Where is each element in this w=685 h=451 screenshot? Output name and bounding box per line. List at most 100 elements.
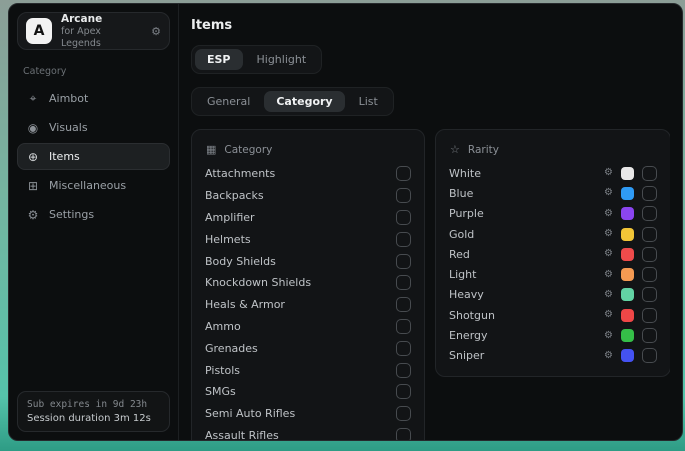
- rarity-settings-gear-icon[interactable]: ⚙: [604, 351, 613, 361]
- rarity-checkbox[interactable]: [642, 186, 657, 201]
- category-checkbox[interactable]: [396, 428, 411, 440]
- visuals-eye-icon: ◉: [26, 121, 40, 135]
- rarity-row: Red ⚙: [449, 244, 657, 264]
- rarity-color-swatch[interactable]: [621, 349, 634, 362]
- rarity-settings-gear-icon[interactable]: ⚙: [604, 249, 613, 259]
- rarity-checkbox[interactable]: [642, 247, 657, 262]
- category-row: Grenades: [205, 337, 411, 359]
- brand-logo: A: [26, 18, 52, 44]
- category-checkbox[interactable]: [396, 254, 411, 269]
- page-title: Items: [191, 18, 670, 33]
- rarity-color-swatch[interactable]: [621, 329, 634, 342]
- category-checkbox[interactable]: [396, 232, 411, 247]
- category-checkbox[interactable]: [396, 297, 411, 312]
- sidebar-nav: ⌖ Aimbot ◉ Visuals ⊕ Items ⊞ Miscellaneo…: [17, 85, 170, 228]
- rarity-list: White ⚙ Blue ⚙: [449, 163, 657, 366]
- brand-gear-icon[interactable]: ⚙: [151, 25, 161, 38]
- sidebar-item[interactable]: ◉ Visuals: [17, 114, 170, 141]
- category-checkbox[interactable]: [396, 363, 411, 378]
- rarity-settings-gear-icon[interactable]: ⚙: [604, 310, 613, 320]
- rarity-checkbox[interactable]: [642, 348, 657, 363]
- rarity-settings-gear-icon[interactable]: ⚙: [604, 168, 613, 178]
- category-panel: ▦ Category Attachments Backpacks: [191, 129, 425, 440]
- sidebar-item-label: Aimbot: [49, 92, 88, 105]
- rarity-checkbox[interactable]: [642, 308, 657, 323]
- category-label: Amplifier: [205, 211, 255, 224]
- sidebar-item-label: Items: [49, 150, 80, 163]
- category-checkbox[interactable]: [396, 319, 411, 334]
- sidebar-item-label: Visuals: [49, 121, 88, 134]
- category-row: Amplifier: [205, 207, 411, 229]
- sidebar: A Arcane for Apex Legends ⚙ Category ⌖ A…: [9, 4, 178, 440]
- rarity-checkbox[interactable]: [642, 227, 657, 242]
- view-tab-label: List: [359, 95, 378, 108]
- rarity-settings-gear-icon[interactable]: ⚙: [604, 229, 613, 239]
- sidebar-item-label: Settings: [49, 208, 94, 221]
- main-content: Items ESP Highlight General Category: [178, 4, 682, 440]
- mode-tab[interactable]: ESP: [195, 49, 243, 70]
- rarity-checkbox[interactable]: [642, 267, 657, 282]
- rarity-panel: ☆ Rarity White ⚙: [435, 129, 670, 377]
- rarity-checkbox[interactable]: [642, 287, 657, 302]
- rarity-label: Blue: [449, 187, 473, 200]
- rarity-settings-gear-icon[interactable]: ⚙: [604, 209, 613, 219]
- miscellaneous-grid-icon: ⊞: [26, 179, 40, 193]
- view-tab[interactable]: Category: [264, 91, 344, 112]
- rarity-checkbox[interactable]: [642, 166, 657, 181]
- rarity-label: Red: [449, 248, 470, 261]
- category-label: Heals & Armor: [205, 298, 285, 311]
- subscription-card: Sub expires in 9d 23h Session duration 3…: [17, 391, 170, 432]
- sidebar-item[interactable]: ⊞ Miscellaneous: [17, 172, 170, 199]
- rarity-row: Light ⚙: [449, 264, 657, 284]
- rarity-label: Heavy: [449, 288, 484, 301]
- mode-tab-label: Highlight: [257, 53, 307, 66]
- rarity-checkbox[interactable]: [642, 328, 657, 343]
- mode-tab[interactable]: Highlight: [245, 49, 319, 70]
- rarity-color-swatch[interactable]: [621, 268, 634, 281]
- category-checkbox[interactable]: [396, 166, 411, 181]
- category-label: Assault Rifles: [205, 429, 279, 440]
- rarity-settings-gear-icon[interactable]: ⚙: [604, 331, 613, 341]
- category-checkbox[interactable]: [396, 341, 411, 356]
- view-tab[interactable]: General: [195, 91, 262, 112]
- category-label: Attachments: [205, 167, 275, 180]
- category-checkbox[interactable]: [396, 384, 411, 399]
- category-checkbox[interactable]: [396, 406, 411, 421]
- category-row: SMGs: [205, 381, 411, 403]
- category-row: Helmets: [205, 228, 411, 250]
- category-row: Semi Auto Rifles: [205, 403, 411, 425]
- category-checkbox[interactable]: [396, 275, 411, 290]
- category-row: Attachments: [205, 163, 411, 185]
- rarity-settings-gear-icon[interactable]: ⚙: [604, 270, 613, 280]
- category-checkbox[interactable]: [396, 188, 411, 203]
- sidebar-item[interactable]: ⌖ Aimbot: [17, 85, 170, 112]
- category-row: Backpacks: [205, 185, 411, 207]
- category-label: Backpacks: [205, 189, 264, 202]
- category-checkbox[interactable]: [396, 210, 411, 225]
- sidebar-item-label: Miscellaneous: [49, 179, 126, 192]
- sidebar-section-label: Category: [23, 66, 164, 77]
- category-grid-icon: ▦: [206, 143, 216, 156]
- sidebar-item[interactable]: ⊕ Items: [17, 143, 170, 170]
- rarity-color-swatch[interactable]: [621, 207, 634, 220]
- rarity-row: Shotgun ⚙: [449, 305, 657, 325]
- rarity-settings-gear-icon[interactable]: ⚙: [604, 188, 613, 198]
- rarity-settings-gear-icon[interactable]: ⚙: [604, 290, 613, 300]
- view-tabs: General Category List: [191, 87, 394, 116]
- rarity-label: Energy: [449, 329, 488, 342]
- rarity-color-swatch[interactable]: [621, 248, 634, 261]
- category-row: Ammo: [205, 316, 411, 338]
- rarity-color-swatch[interactable]: [621, 187, 634, 200]
- sidebar-item[interactable]: ⚙ Settings: [17, 201, 170, 228]
- mode-tabs: ESP Highlight: [191, 45, 322, 74]
- rarity-color-swatch[interactable]: [621, 228, 634, 241]
- rarity-checkbox[interactable]: [642, 206, 657, 221]
- rarity-color-swatch[interactable]: [621, 309, 634, 322]
- rarity-color-swatch[interactable]: [621, 167, 634, 180]
- aimbot-crosshair-icon: ⌖: [26, 91, 40, 106]
- brand-name: Arcane: [61, 13, 142, 26]
- category-label: Grenades: [205, 342, 258, 355]
- view-tab[interactable]: List: [347, 91, 390, 112]
- rarity-color-swatch[interactable]: [621, 288, 634, 301]
- rarity-label: Light: [449, 268, 476, 281]
